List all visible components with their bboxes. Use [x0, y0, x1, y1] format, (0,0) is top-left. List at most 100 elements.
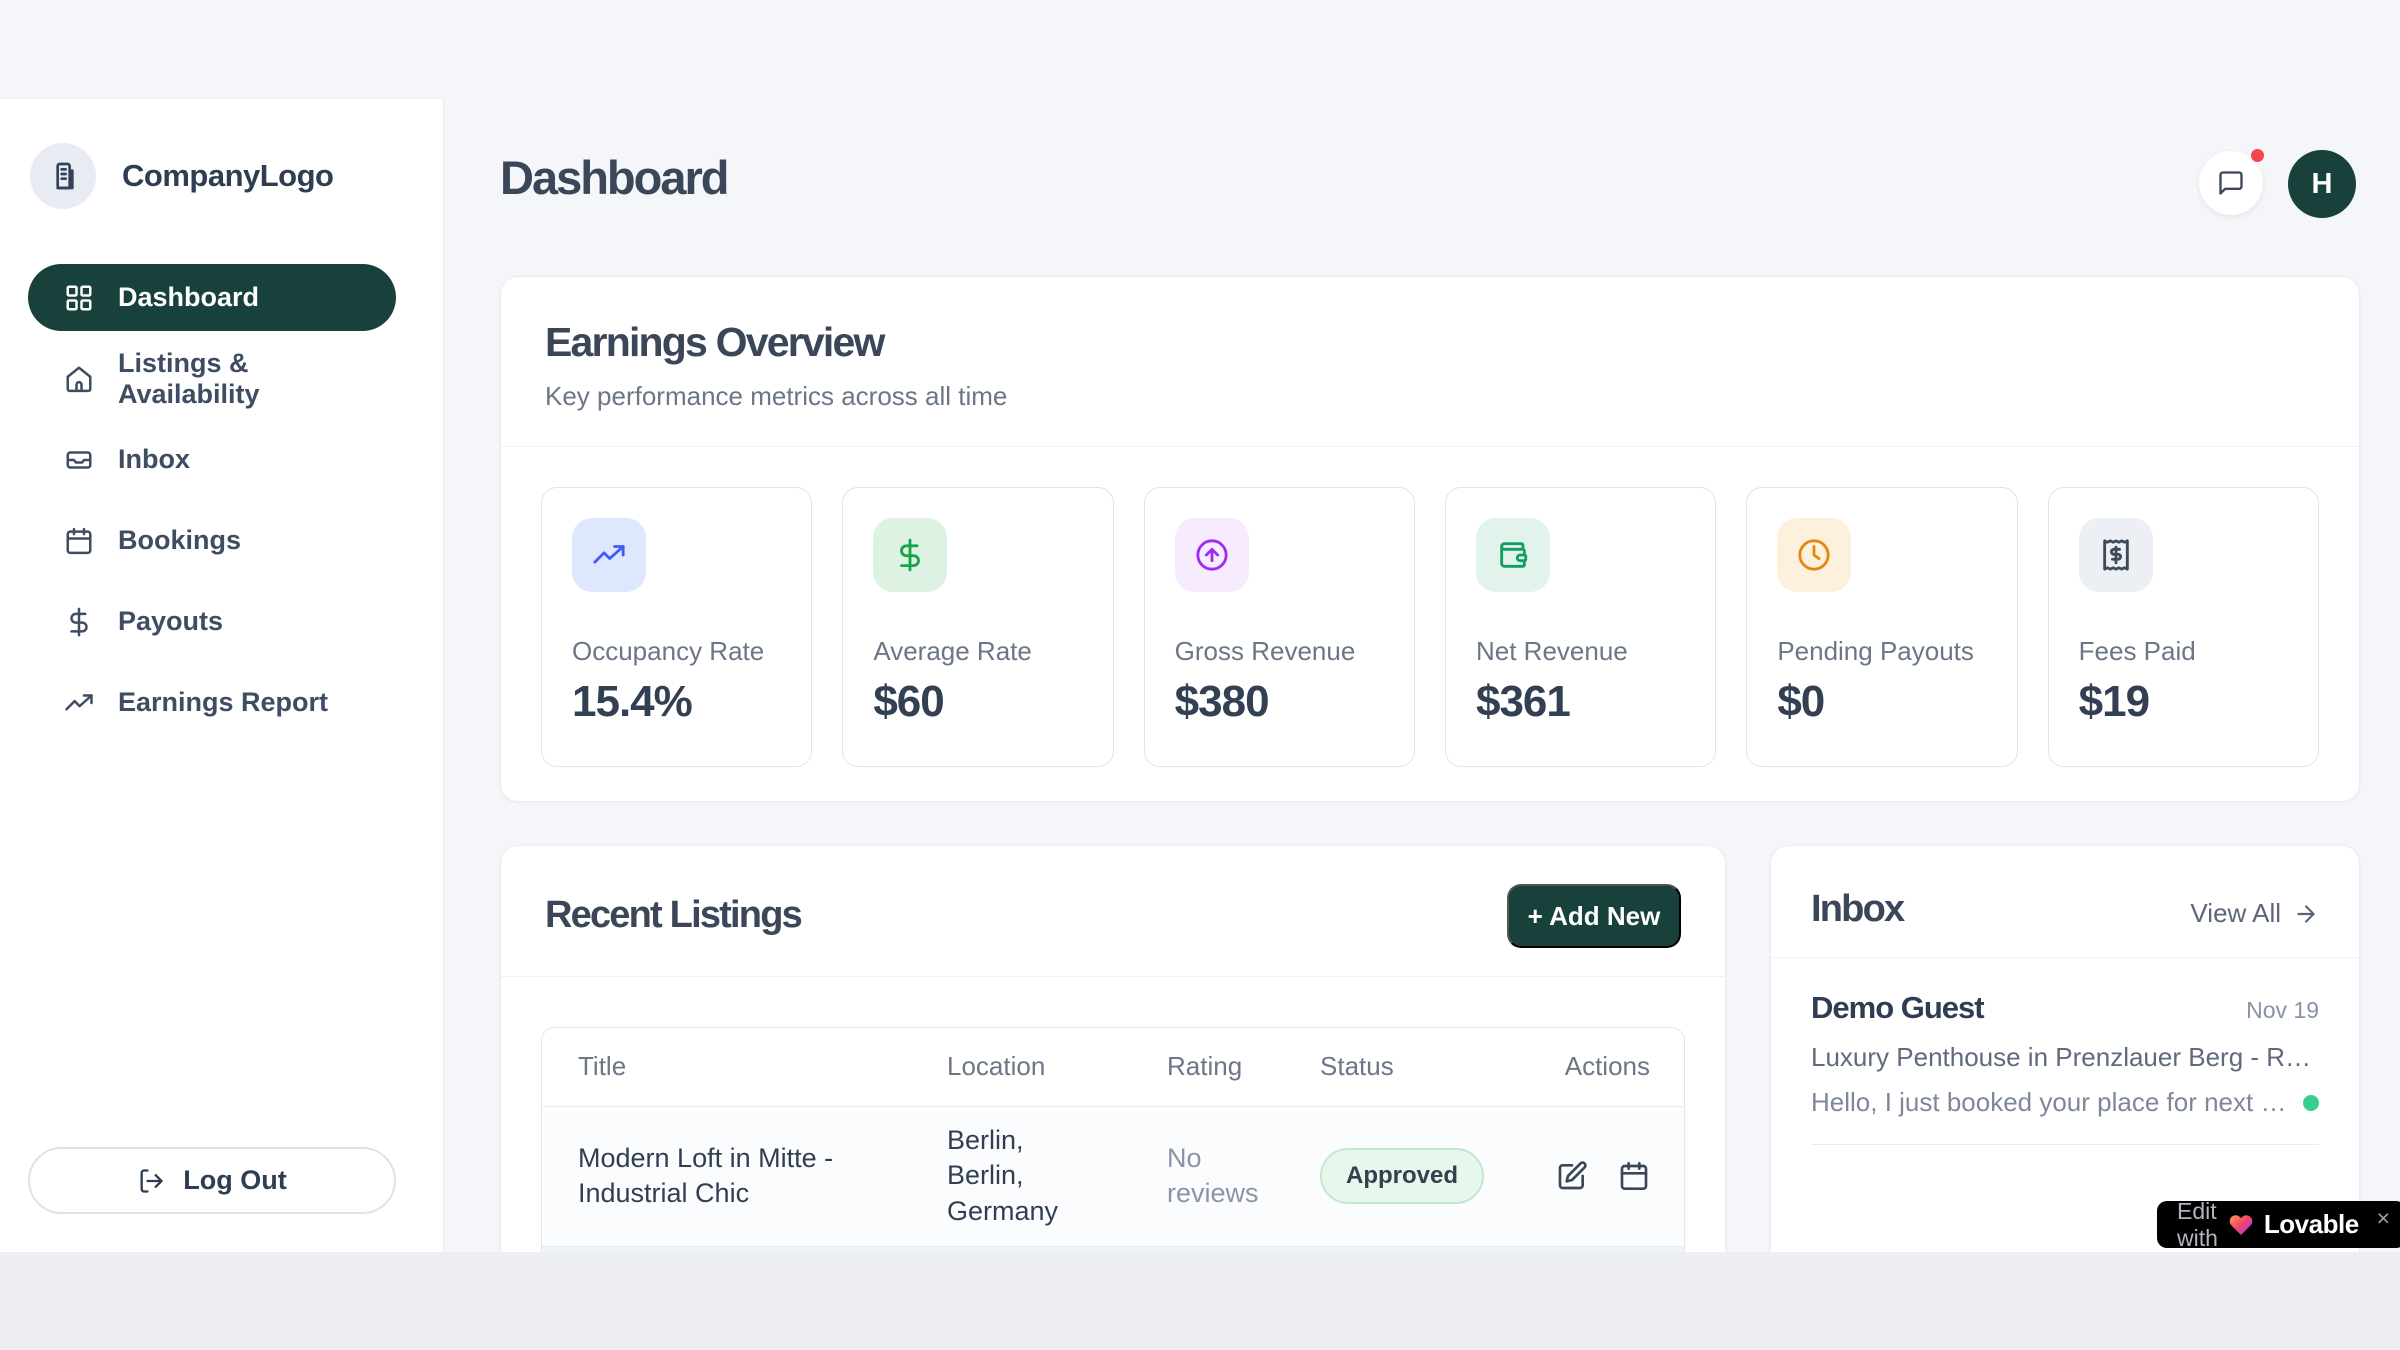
notification-dot — [2249, 147, 2266, 164]
column-header-actions: Actions — [1542, 1028, 1684, 1106]
metric-label: Net Revenue — [1476, 636, 1685, 667]
metric-card-fees-paid: Fees Paid $19 — [2048, 487, 2319, 767]
chat-button[interactable] — [2199, 151, 2263, 215]
sidebar-item-label: Inbox — [118, 444, 190, 475]
earnings-subtitle: Key performance metrics across all time — [545, 381, 2315, 412]
arrow-right-icon — [2293, 901, 2319, 927]
sidebar-item-label: Listings & Availability — [118, 348, 396, 410]
sidebar-item-listings[interactable]: Listings & Availability — [28, 345, 396, 412]
logout-button[interactable]: Log Out — [28, 1147, 396, 1214]
receipt-icon — [2079, 518, 2153, 592]
sidebar-item-label: Payouts — [118, 606, 223, 637]
sidebar-item-inbox[interactable]: Inbox — [28, 426, 396, 493]
badge-close-icon[interactable]: × — [2377, 1205, 2390, 1232]
dollar-icon — [873, 518, 947, 592]
edit-listing-button[interactable] — [1556, 1160, 1588, 1192]
listing-calendar-button[interactable] — [1618, 1160, 1650, 1192]
company-logo-icon — [30, 143, 96, 209]
earnings-header: Earnings Overview Key performance metric… — [501, 277, 2359, 447]
logout-icon — [137, 1167, 165, 1195]
sidebar-item-payouts[interactable]: Payouts — [28, 588, 396, 655]
inbox-title: Inbox — [1811, 888, 1903, 931]
company-logo-text: CompanyLogo — [122, 158, 334, 194]
metric-value: $60 — [873, 677, 1082, 727]
earnings-title: Earnings Overview — [545, 319, 2315, 366]
circle-arrow-up-icon — [1175, 518, 1249, 592]
message-date: Nov 19 — [2246, 997, 2319, 1024]
add-new-button[interactable]: + Add New — [1507, 884, 1681, 948]
metric-label: Occupancy Rate — [572, 636, 781, 667]
badge-brand: Lovable — [2264, 1209, 2359, 1240]
sidebar: CompanyLogo Dashboard — [0, 98, 444, 1252]
status-badge: Approved — [1320, 1148, 1484, 1204]
sidebar-item-dashboard[interactable]: Dashboard — [28, 264, 396, 331]
logo-row: CompanyLogo — [30, 143, 334, 209]
sidebar-item-bookings[interactable]: Bookings — [28, 507, 396, 574]
sidebar-item-label: Dashboard — [118, 282, 259, 313]
avatar-initial: H — [2312, 168, 2333, 201]
metrics-row: Occupancy Rate 15.4% Average Rate $60 — [501, 447, 2359, 807]
logout-label: Log Out — [183, 1165, 286, 1196]
inbox-message-item[interactable]: Demo Guest Nov 19 Luxury Penthouse in Pr… — [1771, 958, 2359, 1145]
sidebar-item-label: Bookings — [118, 525, 241, 556]
grid-icon — [64, 283, 94, 313]
sidebar-nav: Dashboard Listings & Availability — [28, 264, 396, 736]
metric-card-occupancy-rate: Occupancy Rate 15.4% — [541, 487, 812, 767]
inbox-card: Inbox View All Demo Guest Nov 19 Luxury … — [1770, 845, 2360, 1252]
dollar-icon — [64, 607, 94, 637]
metric-value: $0 — [1777, 677, 1986, 727]
view-all-link[interactable]: View All — [2190, 898, 2319, 929]
view-all-label: View All — [2190, 898, 2281, 929]
metric-label: Fees Paid — [2079, 636, 2288, 667]
metric-label: Gross Revenue — [1175, 636, 1384, 667]
inbox-tray-icon — [64, 445, 94, 475]
app-viewport: CompanyLogo Dashboard — [0, 0, 2400, 1252]
message-sender: Demo Guest — [1811, 990, 1984, 1026]
screen-bottom-band — [0, 1252, 2400, 1350]
listing-location: Berlin, Berlin, Germany — [947, 1106, 1167, 1246]
trending-up-icon — [64, 688, 94, 718]
metric-label: Pending Payouts — [1777, 636, 1986, 667]
table-row: Modern Loft in Mitte - Industrial Chic B… — [542, 1106, 1684, 1246]
listing-status-cell: Approved — [1320, 1106, 1542, 1246]
wallet-icon — [1476, 518, 1550, 592]
sidebar-item-earnings-report[interactable]: Earnings Report — [28, 669, 396, 736]
unread-dot — [2303, 1095, 2319, 1111]
badge-prefix: Edit with — [2177, 1198, 2218, 1252]
edit-with-lovable-badge[interactable]: Edit with Lovable × — [2157, 1201, 2400, 1248]
clock-icon — [1777, 518, 1851, 592]
chat-bubble-icon — [2217, 169, 2245, 197]
metric-value: $361 — [1476, 677, 1685, 727]
listing-actions-cell — [1542, 1106, 1684, 1246]
metric-card-gross-revenue: Gross Revenue $380 — [1144, 487, 1415, 767]
column-header-status: Status — [1320, 1028, 1542, 1106]
listing-rating: No reviews — [1167, 1106, 1320, 1246]
home-icon — [64, 364, 94, 394]
column-header-location: Location — [947, 1028, 1167, 1106]
message-preview: Hello, I just booked your place for next… — [1811, 1087, 2289, 1118]
metric-value: 15.4% — [572, 677, 781, 727]
calendar-icon — [64, 526, 94, 556]
metric-card-pending-payouts: Pending Payouts $0 — [1746, 487, 2017, 767]
user-avatar[interactable]: H — [2288, 150, 2356, 218]
column-header-rating: Rating — [1167, 1028, 1320, 1106]
lovable-heart-icon — [2228, 1212, 2254, 1238]
table-header-row: Title Location Rating Status Actions — [542, 1028, 1684, 1106]
recent-listings-title: Recent Listings — [545, 894, 801, 937]
metric-card-net-revenue: Net Revenue $361 — [1445, 487, 1716, 767]
column-header-title: Title — [542, 1028, 947, 1106]
trending-up-icon — [572, 518, 646, 592]
listings-table: Title Location Rating Status Actions Mod… — [541, 1027, 1685, 1252]
recent-listings-card: Recent Listings + Add New Title Location… — [500, 845, 1726, 1252]
listing-title: Modern Loft in Mitte - Industrial Chic — [542, 1106, 947, 1246]
sidebar-item-label: Earnings Report — [118, 687, 328, 718]
edit-icon — [1556, 1160, 1588, 1192]
metric-card-average-rate: Average Rate $60 — [842, 487, 1113, 767]
page-title: Dashboard — [500, 150, 728, 205]
metric-value: $380 — [1175, 677, 1384, 727]
inbox-header: Inbox View All — [1771, 846, 2359, 958]
earnings-overview-card: Earnings Overview Key performance metric… — [500, 276, 2360, 802]
recent-listings-header: Recent Listings + Add New — [501, 846, 1725, 977]
metric-label: Average Rate — [873, 636, 1082, 667]
message-subject: Luxury Penthouse in Prenzlauer Berg - Ro… — [1811, 1042, 2319, 1073]
